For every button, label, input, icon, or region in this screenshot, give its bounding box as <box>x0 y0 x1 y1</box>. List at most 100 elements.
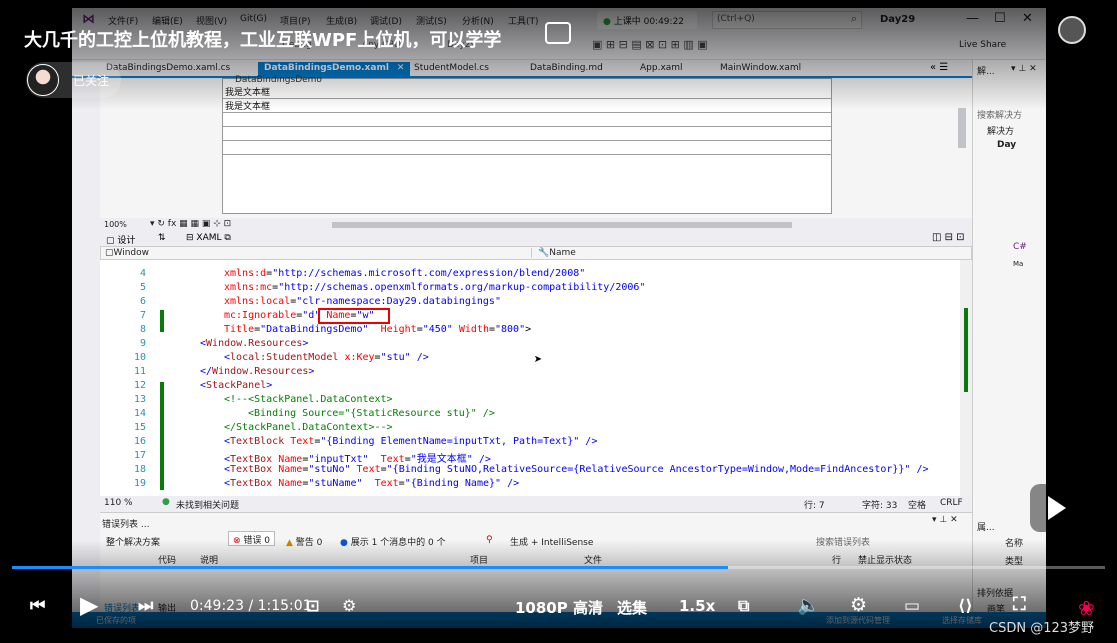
episodes-button[interactable]: 选集 <box>617 597 647 618</box>
liveshare-button[interactable]: Live Share <box>959 40 1006 50</box>
code-line: <local:StudentModel x:Key="stu" /> <box>224 352 429 363</box>
subtitle-icon[interactable]: ⧉ <box>738 596 749 616</box>
design-tab[interactable]: ▢ 设计 <box>106 233 135 246</box>
video-player[interactable]: ⋈ 文件(F) 编辑(E) 视图(V) Git(G) 项目(P) 生成(B) 调… <box>0 0 1117 643</box>
code-line: <TextBox Name="stuName" Text="{Binding N… <box>224 478 520 489</box>
designer-hscroll[interactable] <box>332 222 792 228</box>
close-icon[interactable]: ✕ <box>1022 11 1033 26</box>
picture-in-picture-icon[interactable] <box>545 22 571 44</box>
issues-text[interactable]: 未找到相关问题 <box>176 498 239 511</box>
panel-pin-icons[interactable]: ▾ ⊥ ✕ <box>932 515 958 525</box>
menu-git[interactable]: Git(G) <box>240 14 267 24</box>
avatar[interactable] <box>27 64 59 96</box>
web-fullscreen-icon[interactable]: ⟨⟩ <box>958 596 973 615</box>
code-line: <TextBox Name="stuNo" Text="{Binding Stu… <box>224 464 929 475</box>
panel-pin-icon[interactable]: ▾ ⊥ ✕ <box>1011 64 1037 74</box>
designer-vscroll[interactable] <box>958 108 966 148</box>
prop-name: 名称 <box>1005 539 1024 549</box>
nav-type-dropdown[interactable]: ▢Window <box>105 248 149 258</box>
settings-avatar-icon[interactable] <box>1058 16 1086 44</box>
editor-vscroll[interactable] <box>960 260 972 496</box>
minimize-icon[interactable]: — <box>966 11 979 26</box>
designer-tools-icons[interactable]: ▾ ↻ fx ▦ ▦ ▣ ⊹ ⊡ <box>150 219 231 229</box>
errors-filter-button[interactable]: ⊗ 错误 0 <box>228 531 276 546</box>
messages-filter-button[interactable]: ● 展示 1 个消息中的 0 个 <box>340 535 446 548</box>
line-number: 19 <box>133 478 146 489</box>
code-line: Title="DataBindingsDemo" Height="450" Wi… <box>224 324 532 335</box>
line-number: 7 <box>139 310 146 321</box>
line-number: 5 <box>139 282 146 293</box>
speed-button[interactable]: 1.5x <box>679 597 715 615</box>
xaml-code-editor[interactable]: 4 xmlns:d="http://schemas.microsoft.com/… <box>100 260 960 496</box>
col-file[interactable]: 文件 <box>584 553 602 566</box>
tab-studentmodel[interactable]: StudentModel.cs <box>408 62 495 78</box>
tab-app-xaml[interactable]: App.xaml <box>634 62 689 78</box>
warnings-filter-button[interactable]: ▲ 警告 0 <box>286 535 322 548</box>
col-line[interactable]: 行 <box>832 553 841 566</box>
char-indicator: 字符: 33 <box>862 501 898 511</box>
tab-overflow-icon[interactable]: « ☰ <box>930 62 948 73</box>
scope-dropdown[interactable]: 整个解决方案 <box>106 535 160 548</box>
toolbar-icons[interactable]: ▣ ⊞ ⊟ ▤ ⊠ ⊡ ⊞ ▥ ▣ <box>592 38 708 51</box>
designer-textblock: 我是文本框 <box>223 85 831 99</box>
tree-item[interactable]: C# <box>1013 242 1027 252</box>
progress-bar[interactable] <box>12 566 1105 569</box>
previous-icon[interactable]: ⏮ <box>30 596 45 616</box>
tree-item[interactable]: Ma <box>1013 260 1023 268</box>
progress-fill <box>12 566 728 569</box>
code-line: xmlns:d="http://schemas.microsoft.com/ex… <box>224 268 586 279</box>
tree-item[interactable]: Day <box>997 140 1016 150</box>
line-number: 16 <box>133 436 146 447</box>
next-icon[interactable]: ⏭ <box>138 596 153 616</box>
mouse-cursor-icon: ➤ <box>534 352 543 368</box>
quality-button[interactable]: 1080P 高清 <box>515 597 603 618</box>
danmaku-settings-icon[interactable]: ⚙ <box>342 596 356 615</box>
col-project[interactable]: 项目 <box>470 553 488 566</box>
view-switch-bar: ▢ 设计 ⇅ ⊟ XAML ⧉ ◫ ⊟ ⊡ <box>100 232 972 246</box>
play-overlay-icon[interactable] <box>1030 484 1078 532</box>
tab-databinding-md[interactable]: DataBinding.md <box>524 62 609 78</box>
designer-textbox: 我是文本框 <box>223 99 831 113</box>
line-number: 6 <box>139 296 146 307</box>
editor-zoom[interactable]: 110 % <box>104 498 133 508</box>
build-intellisense-dropdown[interactable]: 生成 + IntelliSense <box>510 535 593 548</box>
solution-explorer: 解... ▾ ⊥ ✕ 搜索解决方 解决方 Day C# Ma <box>972 60 1046 480</box>
xaml-tab[interactable]: ⊟ XAML ⧉ <box>186 233 231 243</box>
line-number: 13 <box>133 394 146 405</box>
class-timer-text: 上课中 00:49:22 <box>613 17 685 27</box>
col-description[interactable]: 说明 <box>200 553 218 566</box>
settings-gear-icon[interactable]: ⚙ <box>850 594 867 616</box>
filter-icon[interactable]: ⚲ <box>486 535 493 545</box>
col-suppression[interactable]: 禁止显示状态 <box>858 553 912 566</box>
volume-icon[interactable]: 🔈 <box>797 595 819 616</box>
solution-search-input[interactable]: 搜索解决方 <box>977 108 1022 121</box>
designer-textbox <box>223 141 831 155</box>
maximize-icon[interactable]: ☐ <box>994 11 1006 26</box>
tab-mainwindow-xaml[interactable]: MainWindow.xaml <box>714 62 807 78</box>
designer-textbox <box>223 127 831 141</box>
tree-item[interactable]: 解决方 <box>987 124 1014 137</box>
swap-panes-icon[interactable]: ⇅ <box>158 233 166 243</box>
code-line: </StackPanel.DataContext>--> <box>224 422 393 433</box>
design-window-preview[interactable]: DataBindingsDemo 我是文本框 我是文本框 <box>222 75 832 214</box>
split-layout-icons[interactable]: ◫ ⊟ ⊡ <box>932 232 965 243</box>
editor-status-bar: 110 % ● 未找到相关问题 行: 7 字符: 33 空格 CRLF <box>100 496 972 511</box>
nav-member-dropdown[interactable]: 🔧Name <box>531 248 576 258</box>
fullscreen-icon[interactable]: ⛶ <box>1013 594 1026 615</box>
code-line: <!--<StackPanel.DataContext> <box>224 394 393 405</box>
designer-zoom[interactable]: 100% <box>104 220 127 229</box>
col-code[interactable]: 代码 <box>158 553 176 566</box>
line-number: 14 <box>133 408 146 419</box>
line-indicator: 行: 7 <box>804 501 825 511</box>
select-repo[interactable]: 选择存储库 <box>942 615 982 626</box>
play-icon[interactable]: ▶ <box>80 591 98 619</box>
line-number: 12 <box>133 380 146 391</box>
close-tab-icon[interactable]: ✕ <box>397 63 405 73</box>
prop-sort[interactable]: 排列依据 <box>977 586 1013 599</box>
danmaku-toggle-icon[interactable]: ⊡ <box>306 596 319 615</box>
mini-player-icon[interactable]: ▭ <box>904 596 920 616</box>
error-search-input[interactable]: 搜索错误列表 <box>816 535 870 548</box>
add-source-control[interactable]: 添加到源代码管理 <box>826 615 890 626</box>
menu-tools[interactable]: 工具(T) <box>508 14 539 27</box>
vs-search-input[interactable]: (Ctrl+Q) ⌕ <box>712 11 862 29</box>
